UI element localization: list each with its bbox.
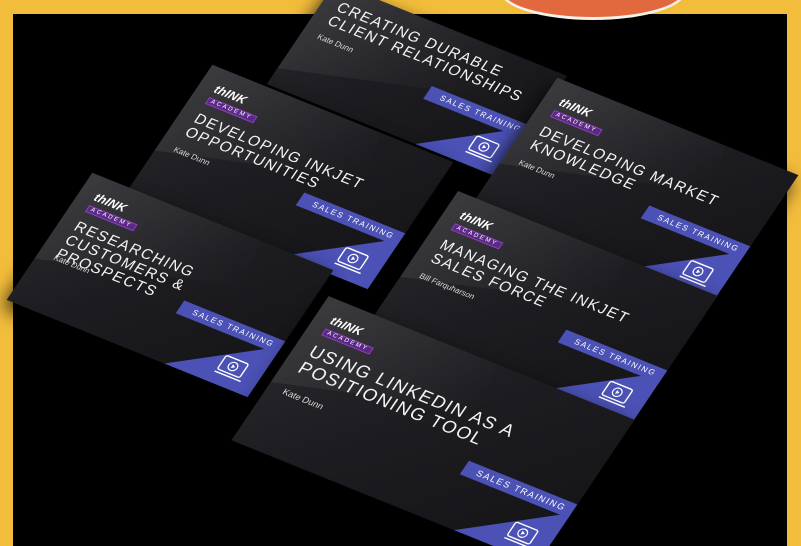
card-stage: Creating Durable Client Relationships Ka… [0,0,801,546]
course-author: Kate Dunn [280,386,326,412]
